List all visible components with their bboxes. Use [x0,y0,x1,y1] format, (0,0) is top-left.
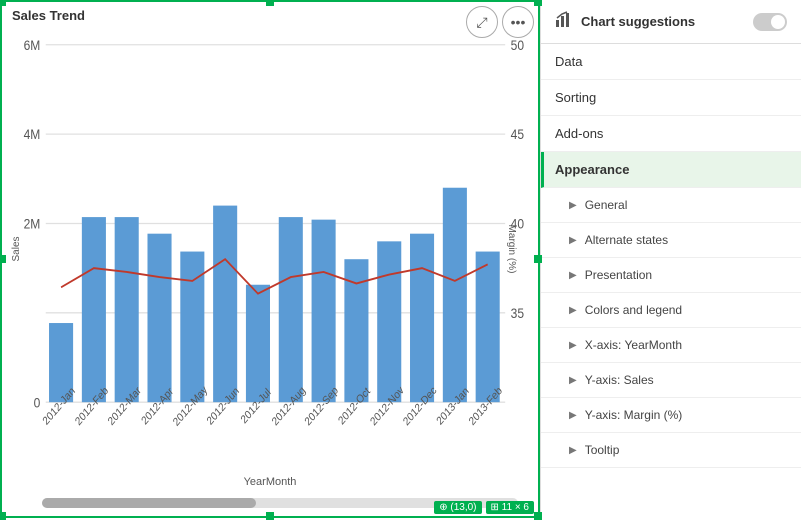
bar-2012-jun [213,206,237,403]
menu-item-alternate-states-label: Alternate states [585,233,668,247]
bar-2012-feb [82,217,106,402]
toggle-knob [771,15,785,29]
menu-item-general[interactable]: ▶ General [541,188,801,223]
handle-bot-mid[interactable] [266,512,274,520]
chevron-yaxis-margin-icon: ▶ [569,410,577,421]
chart-container: ⤢ ••• Sales Trend Sales Margin (%) 6M 4M… [0,0,540,518]
handle-mid-right[interactable] [534,255,542,263]
status-badge-size: ⊞ 11 × 6 [486,501,535,514]
expand-button[interactable]: ⤢ [466,6,498,38]
chart-svg: 6M 4M 2M 0 50 45 40 35 [2,32,538,466]
menu-item-y-axis-margin[interactable]: ▶ Y-axis: Margin (%) [541,398,801,433]
menu-item-colors-legend-label: Colors and legend [585,303,682,317]
menu-item-colors-legend[interactable]: ▶ Colors and legend [541,293,801,328]
svg-text:35: 35 [511,305,524,321]
chevron-yaxis-sales-icon: ▶ [569,375,577,386]
scroll-thumb[interactable] [42,498,256,508]
menu-item-general-label: General [585,198,628,212]
chart-svg-area: Sales Margin (%) 6M 4M 2M 0 50 45 40 35 [2,32,538,466]
panel-header-left: Chart suggestions [555,10,695,33]
menu-item-data-label: Data [555,54,582,69]
svg-text:6M: 6M [24,37,41,53]
menu-item-presentation-label: Presentation [585,268,652,282]
chart-status-bar: ⊕ (13,0) ⊞ 11 × 6 [434,501,534,514]
bar-2012-nov [377,241,401,402]
chart-suggestions-icon [555,10,573,33]
menu-item-presentation[interactable]: ▶ Presentation [541,258,801,293]
panel-menu: Data Sorting Add-ons Appearance ▶ Genera… [541,44,801,518]
chevron-xaxis-icon: ▶ [569,340,577,351]
bar-2012-aug [279,217,303,402]
expand-icon: ⤢ [476,14,487,31]
menu-item-appearance[interactable]: Appearance [541,152,801,188]
svg-text:50: 50 [511,37,524,53]
menu-item-alternate-states[interactable]: ▶ Alternate states [541,223,801,258]
handle-top-right[interactable] [534,0,542,6]
menu-item-tooltip[interactable]: ▶ Tooltip [541,433,801,468]
menu-item-x-axis[interactable]: ▶ X-axis: YearMonth [541,328,801,363]
more-button[interactable]: ••• [502,6,534,38]
chevron-tooltip-icon: ▶ [569,445,577,456]
svg-text:45: 45 [511,126,524,142]
y-axis-left-label: Sales [11,236,22,261]
svg-text:4M: 4M [24,126,41,142]
menu-item-sorting-label: Sorting [555,90,596,105]
panel-title: Chart suggestions [581,14,695,29]
chevron-presentation-icon: ▶ [569,270,577,281]
chevron-colors-icon: ▶ [569,305,577,316]
handle-top-mid[interactable] [266,0,274,6]
menu-item-addons[interactable]: Add-ons [541,116,801,152]
bar-2012-mar [115,217,139,402]
bar-2012-sep [312,220,336,403]
menu-item-y-axis-sales-label: Y-axis: Sales [585,373,654,387]
bar-2013-feb [476,252,500,403]
right-panel: Chart suggestions Data Sorting Add-ons A… [540,0,801,518]
bar-2012-dec [410,234,434,402]
panel-header: Chart suggestions [541,0,801,44]
menu-item-addons-label: Add-ons [555,126,603,141]
svg-text:0: 0 [34,394,41,410]
menu-item-data[interactable]: Data [541,44,801,80]
more-icon: ••• [511,14,526,30]
menu-item-y-axis-margin-label: Y-axis: Margin (%) [585,408,683,422]
menu-item-tooltip-label: Tooltip [585,443,620,457]
chevron-general-icon: ▶ [569,200,577,211]
chevron-alt-states-icon: ▶ [569,235,577,246]
status-badge-position: ⊕ (13,0) [434,501,481,514]
bar-2012-may [180,252,204,403]
handle-bot-left[interactable] [0,512,6,520]
chart-toolbar: ⤢ ••• [466,6,534,38]
chart-suggestions-toggle[interactable] [753,13,787,31]
bar-2012-apr [147,234,171,402]
bar-2012-jul [246,285,270,402]
menu-item-sorting[interactable]: Sorting [541,80,801,116]
svg-text:2M: 2M [24,216,41,232]
y-axis-right-label: Margin (%) [506,225,517,274]
x-axis-label: YearMonth [244,476,297,488]
handle-bot-right[interactable] [534,512,542,520]
bar-2013-jan [443,188,467,402]
chart-title: Sales Trend [2,2,538,29]
handle-mid-left[interactable] [0,255,6,263]
menu-item-y-axis-sales[interactable]: ▶ Y-axis: Sales [541,363,801,398]
menu-item-appearance-label: Appearance [555,162,629,177]
menu-item-x-axis-label: X-axis: YearMonth [585,338,682,352]
handle-top-left[interactable] [0,0,6,6]
